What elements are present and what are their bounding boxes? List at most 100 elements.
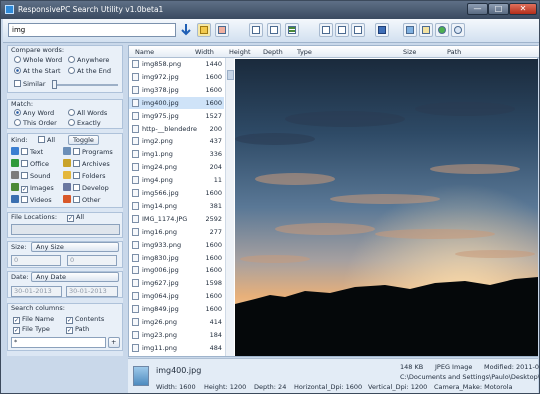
compare-anywhere-radio[interactable]: Anywhere [68,56,109,64]
size-select-button[interactable]: Any Size [31,242,119,252]
column-header-depth[interactable]: Depth [263,48,283,56]
column-contents-checkbox[interactable]: ✓ Contents [66,315,104,324]
match-exactly-radio[interactable]: Exactly [68,119,101,127]
compare-words-title: Compare words: [11,46,65,54]
file-list-scrollbar[interactable] [225,58,234,356]
similar-checkbox[interactable]: Similar [14,80,46,88]
clear-button[interactable] [215,23,229,37]
file-row[interactable]: img2.png 437 [129,135,224,147]
maximize-button[interactable]: □ [488,3,509,15]
date-select-button[interactable]: Any Date [31,272,119,282]
size-max-spinner[interactable]: 0 [67,255,117,266]
layout-left-button[interactable] [319,23,333,37]
view-split-button[interactable] [267,23,281,37]
kind-folders-checkbox[interactable]: Folders [63,171,105,180]
kind-develop-checkbox[interactable]: Develop [63,183,109,192]
file-row[interactable]: img933.png 1600 [129,239,224,251]
column-header-height[interactable]: Height [229,48,251,56]
file-locations-list[interactable] [11,224,120,235]
other-kind-icon [63,195,71,203]
compare-at-start-radio[interactable]: At the Start [14,67,61,75]
kind-archives-checkbox[interactable]: Archives [63,159,110,168]
kind-videos-checkbox[interactable]: Videos [11,195,52,204]
similar-slider-thumb[interactable] [52,80,57,89]
file-row[interactable]: img14.png 381 [129,200,224,212]
file-row[interactable]: http-__blendedre 200 [129,123,224,135]
file-row[interactable]: img975.jpg 1527 [129,110,224,122]
column-header-size[interactable]: Size [403,48,416,56]
file-list: img858.png 1440 img972.jpg 1600 img378.jpg 16… [129,58,225,356]
computer-button[interactable] [403,23,417,37]
column-file-type-checkbox[interactable]: ✓ File Type [13,325,50,334]
add-column-filter-button[interactable]: + [108,337,120,348]
file-row[interactable]: img830.jpg 1600 [129,252,224,264]
status-vertical-dpi: Vertical_Dpi: 1200 [368,383,428,391]
scrollbar-thumb[interactable] [227,70,234,80]
search-columns-group: Search columns: ✓ File Name ✓ Contents ✓ Fi… [7,303,123,351]
similar-slider[interactable] [52,84,118,86]
kind-all-checkbox[interactable]: All [38,136,55,144]
kind-other-checkbox[interactable]: Other [63,195,100,204]
file-row[interactable]: img23.png 184 [129,329,224,341]
help-button[interactable] [451,23,465,37]
file-row[interactable]: IMG_1174.JPG 2592 [129,213,224,225]
column-filter-input[interactable]: * [11,337,106,348]
compare-at-end-radio[interactable]: At the End [68,67,111,75]
layout-middle-button[interactable] [335,23,349,37]
file-row[interactable]: img11.png 484 [129,342,224,354]
size-min-spinner[interactable]: 0 [11,255,61,266]
file-row[interactable]: img566.jpg 1600 [129,187,224,199]
match-any-word-radio[interactable]: Any Word [14,109,54,117]
kind-text-checkbox[interactable]: Text [11,147,43,156]
save-button[interactable] [375,23,389,37]
file-row[interactable]: img006.jpg 1600 [129,264,224,276]
file-row[interactable]: img26.png 414 [129,316,224,328]
image-file-icon [132,266,139,275]
column-header-path[interactable]: Path [447,48,461,56]
column-header-width[interactable]: Width [195,48,214,56]
file-row[interactable]: img378.jpg 1600 [129,84,224,96]
compare-whole-word-radio[interactable]: Whole Word [14,56,62,64]
date-to-picker[interactable]: 30-01-2013 [66,286,118,297]
document-button[interactable] [419,23,433,37]
column-header-type[interactable]: Type [297,48,312,56]
view-list-button[interactable] [285,23,299,37]
file-row[interactable]: img1.png 336 [129,148,224,160]
date-from-picker[interactable]: 30-01-2013 [11,286,62,297]
status-modified: Modified: 2011-0 [484,363,540,371]
image-file-icon [132,227,139,236]
column-path-checkbox[interactable]: ✓ Path [66,325,89,334]
file-locations-all-checkbox[interactable]: ✓ All [67,213,84,222]
file-width: 414 [209,318,222,326]
close-button[interactable]: ✕ [509,3,537,15]
match-this-order-radio[interactable]: This Order [14,119,57,127]
kind-office-checkbox[interactable]: Office [11,159,49,168]
search-go-button[interactable] [179,23,193,37]
file-width: 1600 [205,98,222,107]
edit-button[interactable] [197,23,211,37]
computer-icon [406,26,414,34]
kind-programs-checkbox[interactable]: Programs [63,147,113,156]
file-width: 277 [209,227,222,236]
file-row[interactable]: img16.png 277 [129,226,224,238]
file-row[interactable]: img064.jpg 1600 [129,290,224,302]
kind-toggle-button[interactable]: Toggle [68,135,99,145]
search-input[interactable] [8,23,176,37]
kind-sound-checkbox[interactable]: Sound [11,171,50,180]
column-file-name-checkbox[interactable]: ✓ File Name [13,315,54,324]
web-button[interactable] [435,23,449,37]
file-row[interactable]: img400.jpg 1600 [129,96,224,109]
file-row[interactable]: img627.jpg 1598 [129,277,224,289]
layout-right-button[interactable] [351,23,365,37]
file-row[interactable]: img24.png 204 [129,161,224,173]
document-icon [422,26,430,34]
file-row[interactable]: img972.jpg 1600 [129,71,224,83]
file-row[interactable]: img849.jpg 1600 [129,303,224,315]
minimize-button[interactable]: — [467,3,488,15]
view-single-button[interactable] [249,23,263,37]
column-header-name[interactable]: Name [135,48,154,56]
kind-images-checkbox[interactable]: ✓ Images [11,183,54,193]
match-all-words-radio[interactable]: All Words [68,109,107,117]
file-row[interactable]: img4.png 11 [129,174,224,186]
file-row[interactable]: img858.png 1440 [129,58,224,70]
